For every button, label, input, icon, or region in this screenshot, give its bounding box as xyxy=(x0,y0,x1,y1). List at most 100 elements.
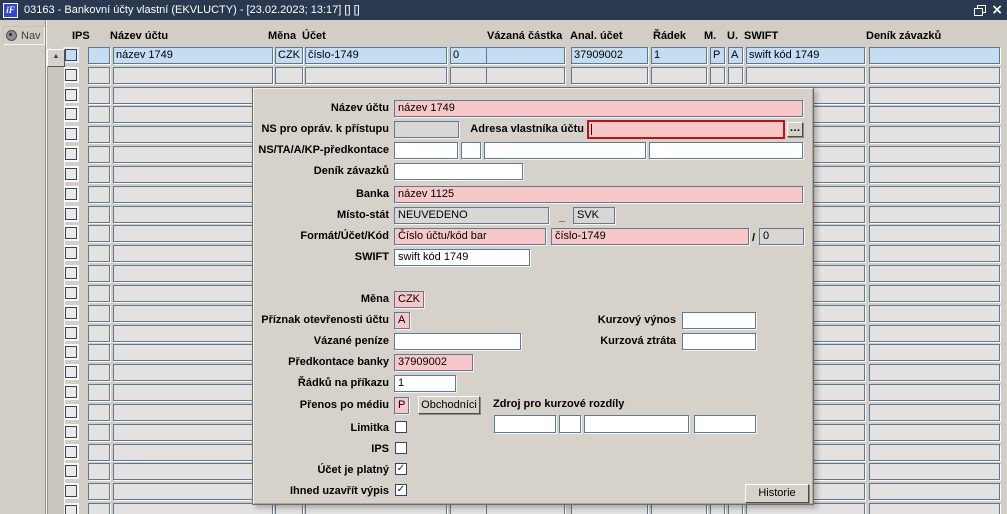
mena-field[interactable]: CZK xyxy=(394,291,424,308)
cell-m[interactable]: P xyxy=(710,47,725,64)
cell-nazev[interactable] xyxy=(113,483,273,500)
cell-nazev[interactable] xyxy=(113,424,273,441)
cell-nazev[interactable] xyxy=(113,364,273,381)
cell-denik[interactable] xyxy=(869,325,1000,342)
cell-sel[interactable] xyxy=(88,305,110,322)
cell-m[interactable] xyxy=(710,67,725,84)
cell-sel[interactable] xyxy=(88,364,110,381)
nav-radio-group[interactable]: Nav xyxy=(3,26,45,45)
cell-sel[interactable] xyxy=(88,225,110,242)
row-ips-checkbox[interactable] xyxy=(65,386,77,398)
cell-sel[interactable] xyxy=(88,265,110,282)
cell-sel[interactable] xyxy=(88,325,110,342)
cell-nazev[interactable] xyxy=(113,146,273,163)
cell-nazev[interactable] xyxy=(113,87,273,104)
cell-nazev[interactable] xyxy=(113,463,273,480)
ucet-field[interactable]: číslo-1749 xyxy=(551,228,749,245)
cell-denik[interactable] xyxy=(869,404,1000,421)
nazev-uctu-field[interactable]: název 1749 xyxy=(394,100,803,117)
row-ips-checkbox[interactable] xyxy=(65,69,77,81)
cell-u[interactable]: A xyxy=(728,47,743,64)
scroll-up-icon[interactable]: ▲ xyxy=(47,49,65,67)
row-ips-checkbox[interactable] xyxy=(65,267,77,279)
priznak-field[interactable]: A xyxy=(394,312,410,329)
cell-denik[interactable] xyxy=(869,463,1000,480)
row-ips-checkbox[interactable] xyxy=(65,485,77,497)
cell-sel[interactable] xyxy=(88,245,110,262)
row-ips-checkbox[interactable] xyxy=(65,247,77,259)
ips-checkbox[interactable] xyxy=(395,442,407,454)
cell-denik[interactable] xyxy=(869,364,1000,381)
row-ips-checkbox[interactable] xyxy=(65,426,77,438)
row-ips-checkbox[interactable] xyxy=(65,89,77,101)
cell-nazev[interactable] xyxy=(113,344,273,361)
row-ips-checkbox[interactable] xyxy=(65,465,77,477)
cell-sel[interactable] xyxy=(88,87,110,104)
historie-button[interactable]: Historie xyxy=(745,484,809,503)
cell-nazev[interactable] xyxy=(113,305,273,322)
cell-sel[interactable] xyxy=(88,106,110,123)
radku-na-prikazu-field[interactable]: 1 xyxy=(394,375,456,392)
cell-denik[interactable] xyxy=(869,126,1000,143)
row-ips-checkbox[interactable] xyxy=(65,307,77,319)
nav-radio-icon[interactable] xyxy=(6,30,17,41)
restore-window-icon[interactable] xyxy=(974,5,987,16)
row-ips-checkbox[interactable] xyxy=(65,366,77,378)
denik-zavazku-field[interactable] xyxy=(394,163,523,180)
cell-denik[interactable] xyxy=(869,206,1000,223)
zdroj-field-3[interactable] xyxy=(584,415,689,433)
misto-field[interactable]: NEUVEDENO xyxy=(394,207,549,224)
cell-nazev[interactable] xyxy=(113,106,273,123)
row-ips-checkbox[interactable] xyxy=(65,148,77,160)
cell-sel[interactable] xyxy=(88,166,110,183)
cell-nazev[interactable] xyxy=(113,384,273,401)
row-ips-checkbox[interactable] xyxy=(65,505,77,514)
cell-denik[interactable] xyxy=(869,344,1000,361)
cell-sel[interactable] xyxy=(88,186,110,203)
cell-sel[interactable] xyxy=(88,47,110,64)
cell-sel[interactable] xyxy=(88,404,110,421)
kurzovy-vynos-field[interactable] xyxy=(682,312,756,329)
cell-denik[interactable] xyxy=(869,444,1000,461)
cell-nazev[interactable] xyxy=(113,126,273,143)
cell-mena[interactable]: CZK xyxy=(275,47,303,64)
cell-u[interactable] xyxy=(728,67,743,84)
row-ips-checkbox[interactable] xyxy=(65,188,77,200)
cell-denik[interactable] xyxy=(869,225,1000,242)
predkontace-banky-field[interactable]: 37909002 xyxy=(394,354,473,371)
cell-nazev[interactable] xyxy=(113,404,273,421)
row-ips-checkbox[interactable] xyxy=(65,446,77,458)
adresa-field[interactable] xyxy=(587,120,785,139)
cell-sel[interactable] xyxy=(88,126,110,143)
cell-radek[interactable]: 1 xyxy=(651,47,707,64)
cell-denik[interactable] xyxy=(869,384,1000,401)
cell-nazev[interactable] xyxy=(113,325,273,342)
cell-sel[interactable] xyxy=(88,146,110,163)
cell-sel[interactable] xyxy=(88,344,110,361)
cell-denik[interactable] xyxy=(869,424,1000,441)
zdroj-field-1[interactable] xyxy=(494,415,556,433)
cell-nazev[interactable] xyxy=(113,245,273,262)
cell-mena[interactable] xyxy=(275,67,303,84)
cell-denik[interactable] xyxy=(869,305,1000,322)
cell-ucet[interactable]: číslo-1749 xyxy=(305,47,447,64)
cell-nazev[interactable] xyxy=(113,444,273,461)
row-ips-checkbox[interactable] xyxy=(65,346,77,358)
cell-denik[interactable] xyxy=(869,106,1000,123)
cell-denik[interactable] xyxy=(869,245,1000,262)
cell-nazev[interactable] xyxy=(113,503,273,514)
cell-radek[interactable] xyxy=(651,67,707,84)
vertical-scrollbar[interactable] xyxy=(47,49,65,514)
cell-nazev[interactable] xyxy=(113,285,273,302)
row-ips-checkbox[interactable] xyxy=(65,208,77,220)
row-ips-checkbox[interactable] xyxy=(65,128,77,140)
cell-nazev[interactable] xyxy=(113,225,273,242)
row-ips-checkbox[interactable] xyxy=(65,327,77,339)
swift-field[interactable]: swift kód 1749 xyxy=(394,249,530,266)
cell-denik[interactable] xyxy=(869,265,1000,282)
adresa-more-button[interactable]: … xyxy=(787,122,803,137)
cell-denik[interactable] xyxy=(869,67,1000,84)
predkontace-field-1[interactable] xyxy=(394,142,458,159)
predkontace-field-4[interactable] xyxy=(649,142,803,159)
cell-denik[interactable] xyxy=(869,483,1000,500)
